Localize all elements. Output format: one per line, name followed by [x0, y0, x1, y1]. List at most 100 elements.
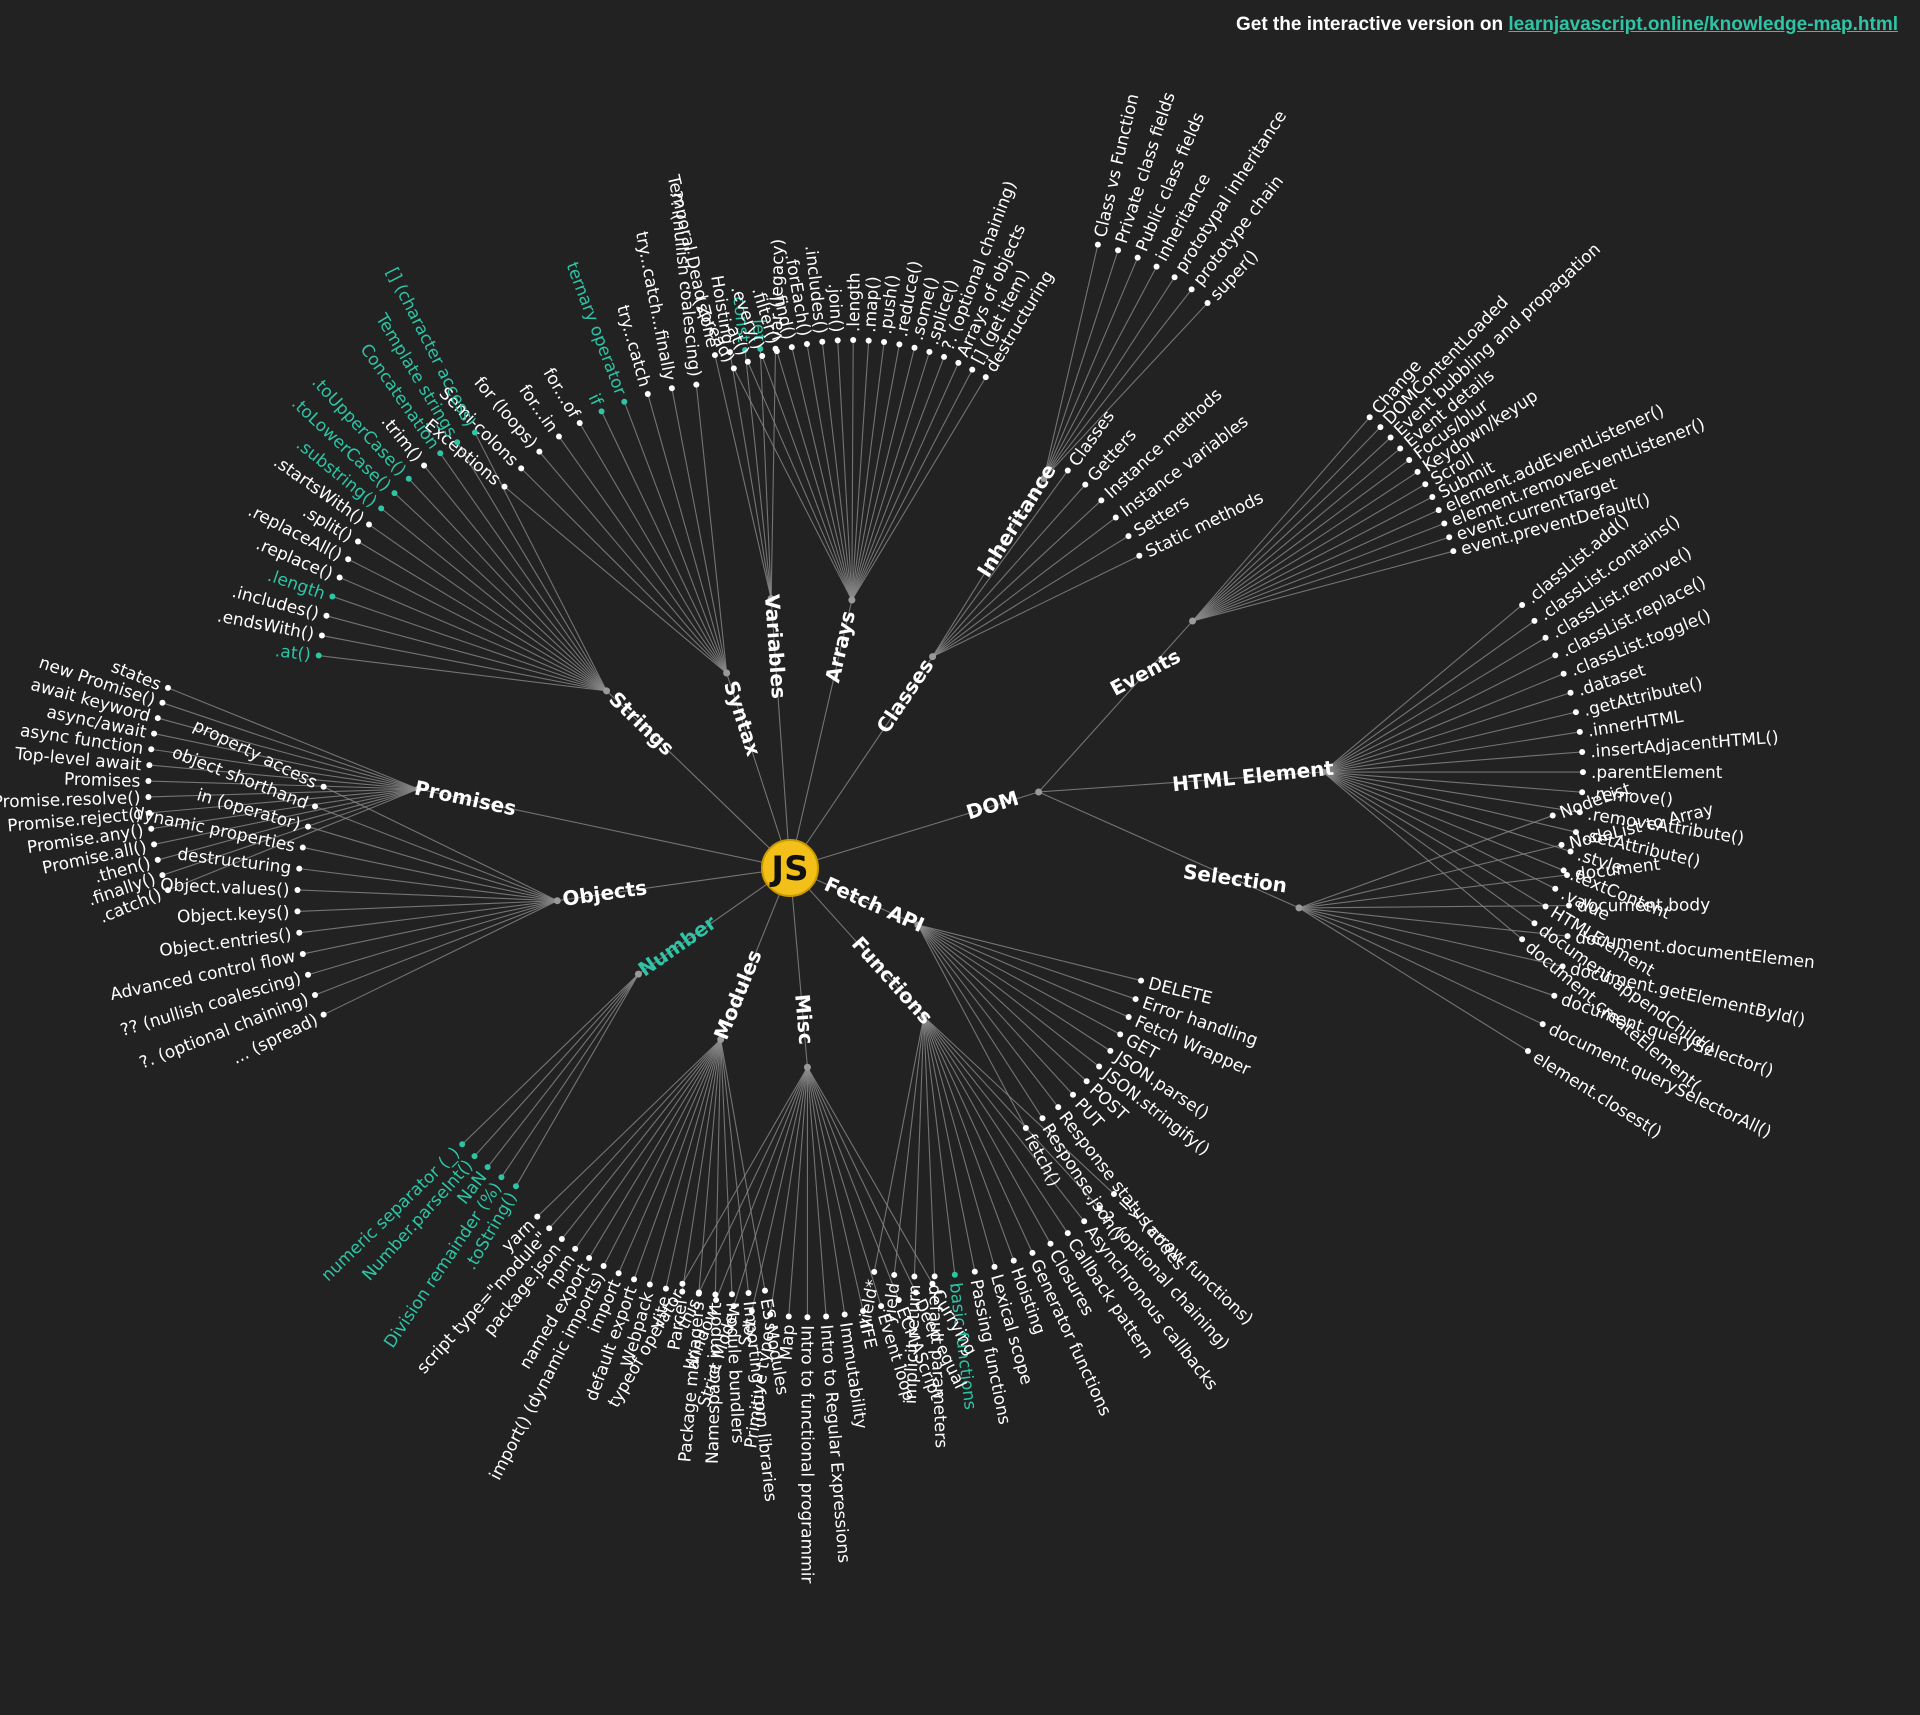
branch-fetch-api[interactable]: Fetch API [821, 872, 928, 937]
edge-strings-includes [326, 615, 607, 692]
leaf-dot-number-number-parseint [471, 1153, 478, 1160]
leaf-dot-selection-document [1563, 871, 1570, 878]
edge-number-number-parseint [474, 973, 639, 1157]
center-node[interactable]: JS [761, 839, 819, 897]
edge-misc-primitive-types [769, 1067, 808, 1315]
edge-modules-vite [665, 1039, 722, 1289]
branch-events[interactable]: Events [1106, 644, 1184, 701]
edge-modules-package-json [561, 1039, 722, 1240]
leaf-dot-number-division-remainder [498, 1174, 505, 1181]
edge-strings-substring [380, 507, 607, 692]
branch-syntax[interactable]: Syntax [719, 678, 766, 759]
leaf-dot-arrays-join [834, 337, 841, 344]
edge-modules-es-modules [720, 1039, 766, 1291]
edge-number-nan [487, 973, 639, 1168]
branch-modules[interactable]: Modules [709, 946, 767, 1043]
edge-html-element-classlist-toggle [1322, 673, 1564, 773]
leaf-dot-syntax-if [598, 408, 605, 415]
branch-html-element[interactable]: HTML Element [1171, 756, 1335, 797]
leaf-dot-arrays-find [788, 344, 795, 351]
branch-selection[interactable]: Selection [1182, 859, 1289, 897]
leaf-dot-misc-iife [860, 1307, 867, 1314]
edge-html-element-document-createelement [1322, 771, 1523, 940]
leaf-dot-modules-importing-from-libraries [745, 1290, 752, 1297]
branch-number[interactable]: Number [634, 910, 721, 981]
leaf-dot-promises-promise-reject [146, 809, 153, 816]
leaf-dot-syntax-exceptions [501, 483, 508, 490]
leaf-dot-syntax-for-loops [536, 448, 543, 455]
branch-promises[interactable]: Promises [412, 776, 518, 821]
branch-classes[interactable]: Classes [871, 654, 938, 737]
edge-arrays-arrays-of-objects [851, 362, 959, 601]
leaf-dot-strings-split [354, 538, 361, 545]
edge-selection-element-closest [1298, 907, 1529, 1052]
leaf-dot-promises-then [154, 856, 161, 863]
edge-html-element-insertadjacenthtml [1322, 751, 1583, 773]
leaf-syntax-if[interactable]: if [584, 391, 607, 410]
edge-html-element-getattribute [1322, 711, 1577, 773]
leaf-dot-fetch-api-json-parse [1107, 1047, 1114, 1054]
leaf-dot-objects-spread [320, 1011, 327, 1018]
edge-syntax-for-in [558, 436, 728, 674]
leaf-dot-fetch-api-fetch [1022, 1125, 1029, 1132]
leaf-dot-modules-import [615, 1270, 622, 1277]
edge-strings-endswith [321, 634, 607, 692]
branch-objects[interactable]: Objects [561, 875, 649, 911]
edge-html-element-classlist-contains [1322, 620, 1535, 773]
leaf-arrays-join[interactable]: .join() [824, 283, 847, 333]
edge-arrays-some [851, 347, 916, 601]
edge-number-tostring [515, 973, 639, 1187]
edge-modules-yarn [536, 1039, 722, 1218]
leaf-strings-at[interactable]: .at() [274, 641, 312, 665]
leaf-dot-fetch-api-error-handling [1132, 996, 1139, 1003]
leaf-dot-number-tostring [512, 1183, 519, 1190]
edge-misc-immutability [806, 1067, 846, 1315]
edge-modules-importing-from-libraries [720, 1039, 750, 1294]
branch-inheritance[interactable]: Inheritance [972, 459, 1061, 581]
edge-misc-event-loop [806, 1067, 882, 1307]
edge-strings-split [357, 541, 607, 692]
leaf-objects-object-values[interactable]: Object.values() [160, 875, 290, 900]
edge-modules-npm [574, 1039, 722, 1250]
edge-syntax-try-catch-finally [671, 388, 728, 674]
branch-functions[interactable]: Functions [847, 932, 938, 1029]
branch-misc[interactable]: Misc [790, 993, 818, 1045]
leaf-dot-modules-webpack [646, 1281, 653, 1288]
leaf-dot-objects-dynamic-properties [299, 844, 306, 851]
leaf-dot-modules-module-bundlers [728, 1291, 735, 1298]
edge-variables-let [759, 348, 772, 599]
leaf-dot-misc-event-loop [878, 1303, 885, 1310]
edge-variables-temporal-dead-zone [714, 354, 772, 599]
leaf-objects-object-keys[interactable]: Object.keys() [177, 903, 290, 928]
leaf-dot-fetch-api-get [1117, 1031, 1124, 1038]
leaf-dot-objects-object-values [294, 886, 301, 893]
edge-fetch-api-json-stringify [917, 924, 1100, 1067]
branch-variables[interactable]: Variables [760, 593, 791, 699]
leaf-dot-modules-import-dynamic-imports [600, 1263, 607, 1270]
leaf-selection-document-body[interactable]: document.body [1577, 895, 1710, 916]
leaf-misc-intro-to-functional-programmir[interactable]: Intro to functional programmir [796, 1325, 816, 1583]
branch-strings[interactable]: Strings [604, 687, 679, 761]
leaf-dot-fetch-api-put [1069, 1091, 1076, 1098]
edge-syntax-exceptions [504, 486, 728, 674]
leaf-dot-misc-intro-to-regular-expressions [823, 1313, 830, 1320]
edge-modules-module-bundlers [720, 1039, 733, 1295]
edge-modules-default-export [633, 1039, 722, 1280]
leaf-dot-html-element-innerhtml [1576, 728, 1583, 735]
leaf-dot-fetch-api-fetch-wrapper [1125, 1014, 1132, 1021]
branch-arrays[interactable]: Arrays [820, 608, 860, 685]
leaf-html-element-parentelement[interactable]: .parentElement [1591, 763, 1723, 783]
leaf-dot-promises-await-keyword [154, 715, 161, 722]
leaf-dot-classes-classes [1064, 467, 1071, 474]
branch-dom[interactable]: DOM [963, 786, 1021, 825]
leaf-dot-misc-window [713, 1296, 720, 1303]
leaf-dot-syntax-for-of [576, 420, 583, 427]
edge-fetch-api-delete [917, 924, 1142, 982]
edge-selection-nodelist [1298, 815, 1553, 909]
edge-html-element-classlist-add [1322, 604, 1523, 773]
leaf-dot-arrays-filter [773, 348, 780, 355]
edge-syntax-ternary-operator [623, 401, 728, 674]
leaf-dot-strings-endswith [318, 632, 325, 639]
leaf-dot-promises-promise-resolve [145, 793, 152, 800]
leaf-dot-events-submit [1429, 493, 1436, 500]
